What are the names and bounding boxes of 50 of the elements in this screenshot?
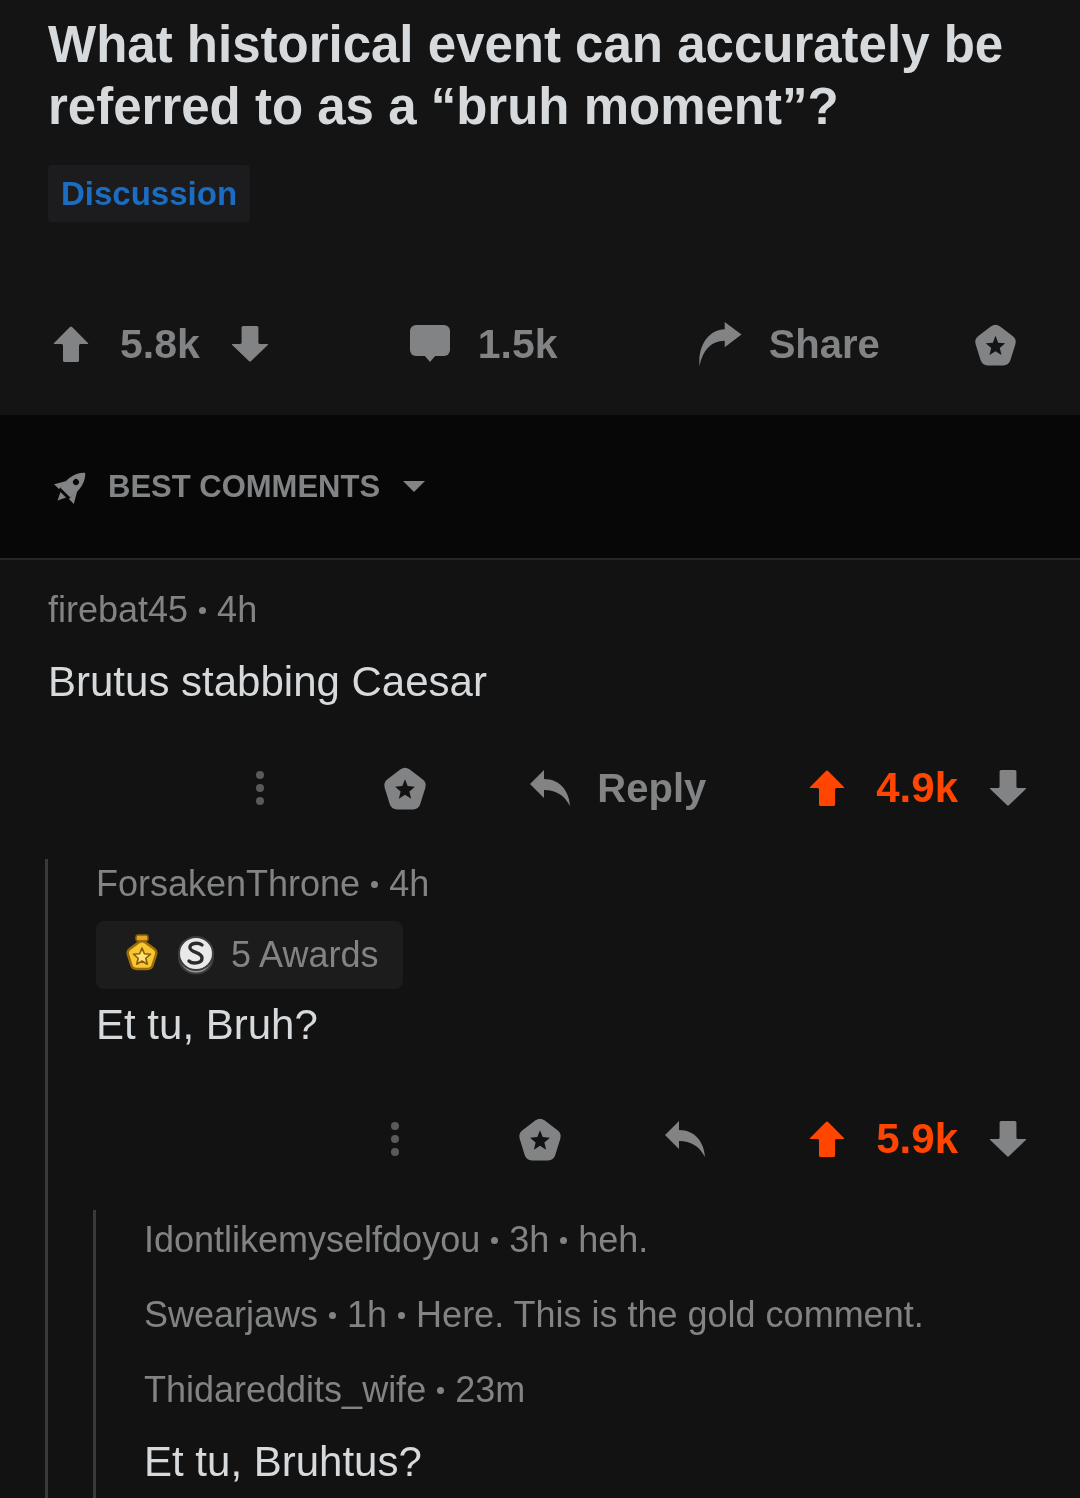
reply-icon bbox=[529, 769, 572, 807]
comment-icon[interactable] bbox=[409, 325, 450, 363]
award-icon[interactable] bbox=[518, 1117, 563, 1161]
comment-count: 1.5k bbox=[477, 320, 558, 368]
awards-count: 5 Awards bbox=[231, 934, 379, 976]
comment-age: 1h bbox=[347, 1294, 388, 1336]
separator-dot-icon bbox=[199, 606, 207, 614]
more-options-icon[interactable] bbox=[255, 771, 266, 805]
separator-dot-icon bbox=[437, 1386, 445, 1394]
post-title: What historical event can accurately be referred to as a “bruh moment”? bbox=[48, 15, 1005, 137]
separator-dot-icon bbox=[560, 1236, 568, 1244]
reply-icon[interactable] bbox=[664, 1120, 707, 1158]
username[interactable]: Idontlikemyselfdoyou bbox=[144, 1219, 481, 1261]
sort-dropdown[interactable]: BEST COMMENTS bbox=[50, 465, 427, 508]
award-icon[interactable] bbox=[383, 766, 428, 810]
upvote-icon[interactable] bbox=[808, 769, 847, 807]
downvote-icon[interactable] bbox=[229, 325, 270, 363]
reply-button[interactable]: Reply bbox=[529, 765, 707, 811]
more-options-icon[interactable] bbox=[390, 1122, 401, 1156]
coin-icon bbox=[177, 935, 215, 975]
share-icon bbox=[697, 322, 742, 366]
separator-dot-icon bbox=[329, 1311, 337, 1319]
flair-tag: Discussion bbox=[48, 165, 251, 222]
comment-body: Brutus stabbing Caesar bbox=[48, 657, 487, 707]
caret-icon bbox=[402, 480, 427, 493]
comment-preview[interactable]: heh. bbox=[578, 1219, 649, 1261]
separator-dot-icon bbox=[398, 1311, 406, 1319]
downvote-icon[interactable] bbox=[988, 769, 1028, 807]
vote-score: 5.9k bbox=[876, 1115, 958, 1163]
username[interactable]: Swearjaws bbox=[144, 1294, 319, 1336]
comment-age: 23m bbox=[455, 1369, 526, 1411]
downvote-icon[interactable] bbox=[988, 1120, 1028, 1158]
comment-age: 4h bbox=[217, 589, 258, 631]
comment-preview[interactable]: Here. This is the gold comment. bbox=[416, 1294, 924, 1336]
username[interactable]: firebat45 bbox=[48, 589, 189, 631]
comment-body: Et tu, Bruhtus? bbox=[144, 1437, 422, 1487]
upvote-icon[interactable] bbox=[52, 325, 90, 363]
vote-score: 4.9k bbox=[876, 764, 958, 812]
separator-dot-icon bbox=[491, 1236, 499, 1244]
comment-body: Et tu, Bruh? bbox=[96, 1000, 318, 1050]
post-score: 5.8k bbox=[120, 320, 200, 368]
comment-age: 3h bbox=[509, 1219, 550, 1261]
separator-dot-icon bbox=[371, 880, 379, 888]
comment-age: 4h bbox=[389, 863, 430, 905]
upvote-icon[interactable] bbox=[808, 1120, 847, 1158]
award-icon[interactable] bbox=[974, 322, 1017, 366]
awards-pill[interactable]: 5 Awards bbox=[96, 921, 404, 989]
share-button[interactable]: Share bbox=[697, 321, 880, 367]
username[interactable]: ForsakenThrone bbox=[96, 863, 361, 905]
username[interactable]: Thidareddits_wife bbox=[144, 1369, 427, 1411]
